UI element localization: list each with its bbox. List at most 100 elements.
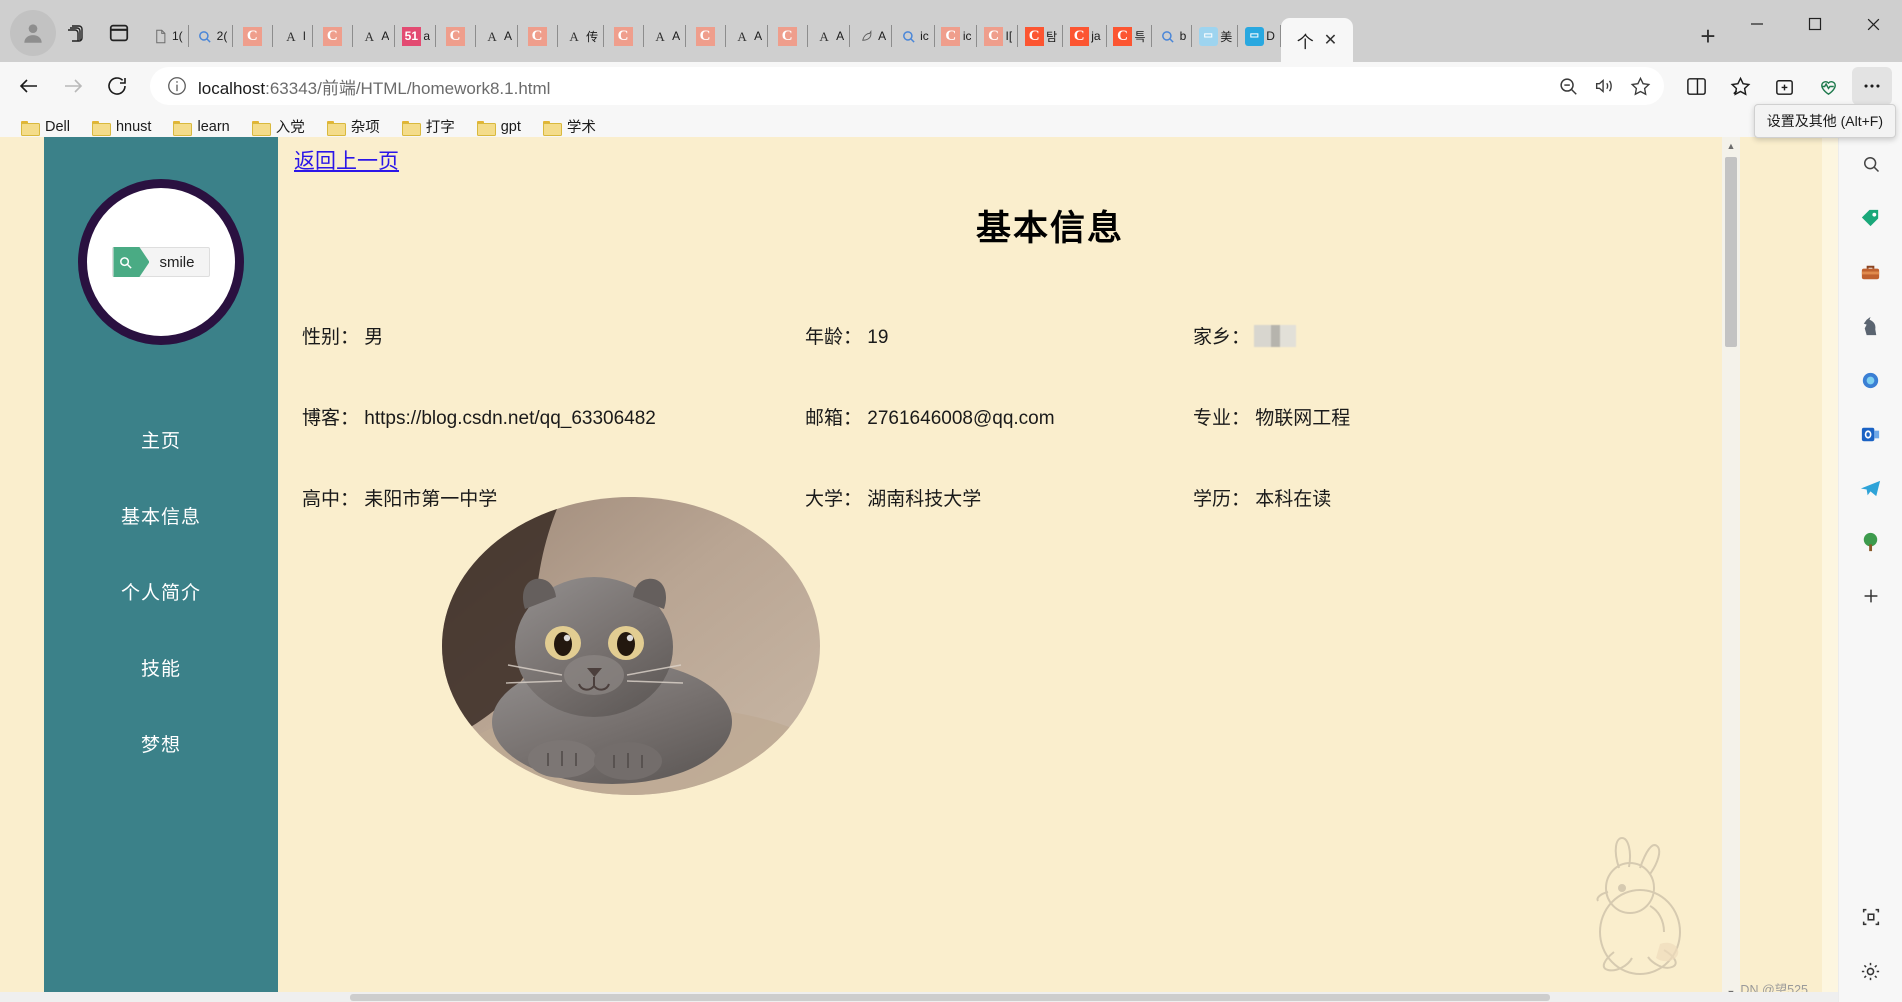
browser-tab[interactable]: C [518,14,559,58]
site-info-icon[interactable] [164,73,190,99]
new-tab-button[interactable]: + [1688,14,1728,58]
browser-tab[interactable]: ▭ D [1238,14,1281,58]
bookmark-item[interactable]: learn [164,116,238,138]
bookmark-label: 学术 [566,120,596,136]
sidebar-item-1[interactable]: 基本信息 [44,477,278,553]
browser-tab[interactable]: Cic [935,14,978,58]
add-favorite-button[interactable] [1622,69,1658,103]
sidebar-add-button[interactable] [1850,577,1892,615]
bookmark-item[interactable]: Dell [12,116,79,138]
sidebar-games-button[interactable] [1850,307,1892,345]
browser-tab[interactable]: AA [808,14,851,58]
address-bar[interactable]: localhost:63343/前端/HTML/homework8.1.html [150,67,1664,105]
back-button[interactable] [10,67,48,105]
browser-tab[interactable]: ic [892,14,935,58]
browser-tab[interactable]: C [233,14,274,58]
sidebar-tree-button[interactable] [1850,523,1892,561]
tab-close-icon[interactable]: ✕ [1324,30,1337,50]
zoom-out-button[interactable] [1550,69,1586,103]
browser-tab[interactable]: C [436,14,477,58]
favorites-button[interactable] [1720,67,1760,105]
sidebar-nav[interactable]: 主页 基本信息 个人简介 技能 梦想 [44,401,278,781]
sidebar-item-3[interactable]: 技能 [44,629,278,705]
sidebar-item-4[interactable]: 梦想 [44,705,278,781]
sidebar-copilot-button[interactable] [1850,361,1892,399]
browser-tab[interactable]: Al [273,14,314,58]
browser-tab[interactable]: 51 a [395,14,436,58]
bookmark-item[interactable]: hnust [83,116,160,138]
browser-tab[interactable]: 2( [189,14,234,58]
info-cell: 家乡： [1193,322,1297,349]
settings-and-more-button[interactable] [1852,67,1892,105]
info-label: 性别： [302,327,360,348]
info-value: 耒阳市第一中学 [359,489,498,510]
tab-label: a [423,29,431,43]
sidebar-search-button[interactable] [1850,145,1892,183]
close-window-button[interactable] [1844,0,1902,48]
browser-tab[interactable]: ▭ 美 [1192,14,1239,58]
info-value: 湖南科技大学 [862,489,982,510]
tab-label: I[ [1005,29,1013,43]
browser-tab[interactable]: C특 [1107,14,1152,58]
forward-button[interactable] [54,67,92,105]
folder-icon [91,120,111,136]
sidebar-settings-button[interactable] [1850,952,1892,990]
magnifier-icon [120,256,133,269]
collections-button[interactable] [1764,67,1804,105]
browser-tab[interactable]: AA [726,14,769,58]
browser-tab[interactable]: C [686,14,727,58]
active-tab[interactable]: 个 ✕ [1280,18,1353,62]
sidebar-shopping-button[interactable] [1850,199,1892,237]
browser-tab[interactable]: C탐 [1018,14,1064,58]
maximize-button[interactable] [1786,0,1844,48]
profile-avatar-button[interactable] [10,10,56,56]
sidebar-telegram-button[interactable] [1850,469,1892,507]
split-screen-button[interactable] [1676,67,1716,105]
horizontal-scrollbar[interactable] [0,992,1838,1002]
horizontal-scrollbar-thumb[interactable] [350,994,1550,1001]
sidebar-screenshot-button[interactable] [1850,898,1892,936]
browser-tab[interactable]: C [313,14,354,58]
sidebar-tools-button[interactable] [1850,253,1892,291]
text-favicon: A [487,28,497,44]
browser-tab[interactable]: 1( [144,14,189,58]
bookmark-item[interactable]: 入党 [243,113,314,140]
minimize-button[interactable] [1728,0,1786,48]
zoom-out-icon [1560,78,1577,95]
back-to-previous-page-link[interactable]: 返回上一页 [294,145,399,175]
forward-arrow-icon [65,79,83,93]
bookmark-item[interactable]: 打字 [393,113,464,140]
person-icon [24,24,42,43]
vertical-tabs-button[interactable] [98,10,140,56]
browser-essentials-button[interactable] [1808,67,1848,105]
browser-tab[interactable]: C [768,14,809,58]
browser-tab[interactable]: Cja [1063,14,1107,58]
bookmark-item[interactable]: 杂项 [318,113,389,140]
sidebar-item-0[interactable]: 主页 [44,401,278,477]
browser-tab[interactable]: C I[ [977,14,1018,58]
bookmark-item[interactable]: gpt [468,116,530,138]
tab-search-workspaces-button[interactable] [56,10,98,56]
tab-favicon: A [814,26,834,46]
refresh-button[interactable] [98,67,136,105]
browser-tab[interactable]: AA [644,14,687,58]
tab-strip[interactable]: 1(2(C Al C A A 51 a C A A C A 传 C A A C A A C A A Aic Cic C I[C 탐 C… [144,0,1688,62]
text-favicon: A [655,28,665,44]
sidebar-outlook-button[interactable] [1850,415,1892,453]
sidebar-item-2[interactable]: 个人简介 [44,553,278,629]
csdn-favicon-pale: C [983,26,1003,46]
browser-tab[interactable]: AA [353,14,396,58]
page-scrollbar[interactable]: ▲ ▼ [1722,137,1740,1002]
read-aloud-button[interactable] [1586,69,1622,103]
bookmark-item[interactable]: 学术 [534,113,605,140]
csdn-favicon: C [1069,26,1089,46]
scrollbar-thumb[interactable] [1725,157,1737,347]
search-icon [1863,157,1879,173]
browser-tab[interactable]: b [1152,14,1193,58]
folder-icon [476,120,496,136]
browser-tab[interactable]: A传 [558,14,605,58]
browser-tab[interactable]: C [604,14,645,58]
scroll-up-arrow[interactable]: ▲ [1722,137,1740,155]
browser-tab[interactable]: A [850,14,893,58]
browser-tab[interactable]: AA [476,14,519,58]
